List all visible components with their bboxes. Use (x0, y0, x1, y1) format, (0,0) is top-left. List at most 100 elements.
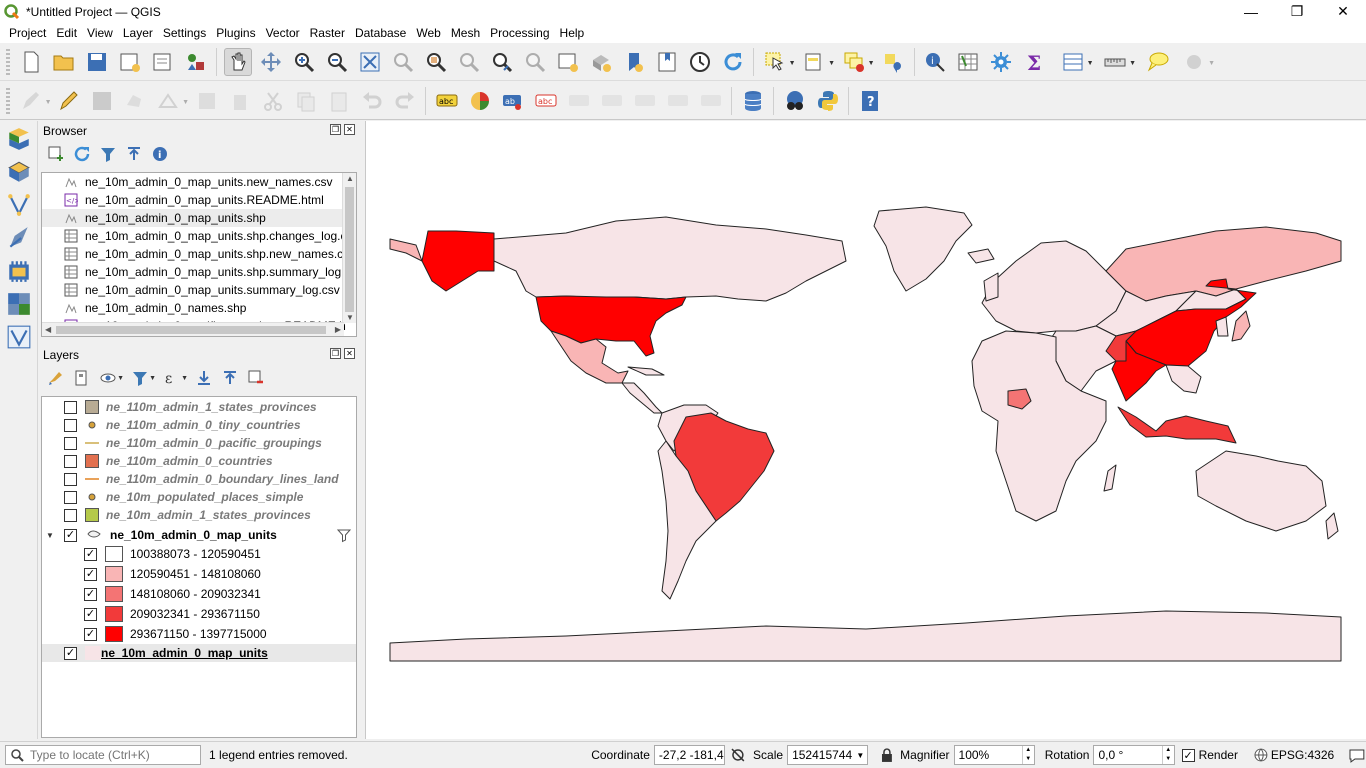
manage-map-themes-icon[interactable]: ▼ (97, 367, 124, 389)
browser-vertical-scrollbar[interactable]: ▲ ▼ (342, 173, 356, 323)
add-group-icon[interactable] (71, 367, 93, 389)
new-print-layout-icon[interactable] (116, 48, 144, 76)
add-raster-layer-icon[interactable] (4, 289, 34, 319)
toggle-extents-icon[interactable] (729, 746, 747, 764)
new-3d-map-view-icon[interactable] (587, 48, 615, 76)
select-by-location-icon[interactable] (879, 48, 907, 76)
locator-bar[interactable] (5, 745, 202, 765)
menu-mesh[interactable]: Mesh (446, 26, 485, 40)
toggle-editing-icon[interactable] (55, 87, 83, 115)
identify-features-icon[interactable]: i (921, 48, 949, 76)
browser-file-item[interactable]: ne_10m_admin_0_map_units.summary_log.csv (42, 281, 356, 299)
class-visibility-checkbox[interactable]: ✓ (84, 627, 97, 641)
zoom-last-icon[interactable] (488, 48, 516, 76)
new-bookmark-icon[interactable] (620, 48, 648, 76)
layer-row-graduated[interactable]: ▼ ✓ ne_10m_admin_0_map_units (42, 526, 356, 544)
menu-plugins[interactable]: Plugins (211, 26, 260, 40)
help-contents-icon[interactable]: ? (856, 87, 884, 115)
redo-icon[interactable] (391, 87, 419, 115)
float-panel-icon[interactable]: ❐ (330, 348, 341, 359)
add-vector-tile-icon[interactable] (4, 322, 34, 352)
float-panel-icon[interactable]: ❐ (330, 124, 341, 135)
expand-all-icon[interactable] (193, 367, 215, 389)
db-manager-icon[interactable] (739, 87, 767, 115)
modify-attributes-icon[interactable] (193, 87, 221, 115)
paste-features-icon[interactable] (325, 87, 353, 115)
layer-visibility-checkbox[interactable] (64, 508, 77, 522)
show-hide-labels-icon[interactable] (598, 87, 626, 115)
rotation-field[interactable]: 0,0 ° ▲ ▼ (1093, 745, 1175, 765)
scroll-right-icon[interactable]: ▶ (335, 325, 341, 334)
browser-file-item[interactable]: ne_10m_admin_0_map_units.shp.summary_log… (42, 263, 356, 281)
add-selected-layers-icon[interactable] (45, 143, 67, 165)
browser-file-item[interactable]: ne_10m_admin_0_map_units.shp.new_names.c… (42, 245, 356, 263)
layer-visibility-checkbox[interactable] (64, 472, 77, 486)
scale-dropdown-icon[interactable]: ▼ (853, 751, 867, 760)
class-visibility-checkbox[interactable]: ✓ (84, 607, 97, 621)
remove-layer-icon[interactable] (245, 367, 267, 389)
new-shapefile-layer-icon[interactable] (4, 223, 34, 253)
vertex-tool-icon[interactable]: ▼ (154, 87, 189, 115)
layer-row[interactable]: ne_110m_admin_1_states_provinces (42, 398, 356, 416)
zoom-full-icon[interactable] (356, 48, 384, 76)
scroll-thumb-horizontal[interactable] (56, 326, 326, 334)
map-tips-icon[interactable] (1144, 48, 1172, 76)
spin-down-icon[interactable]: ▼ (1023, 755, 1034, 764)
open-project-icon[interactable] (50, 48, 78, 76)
layer-row[interactable]: ne_10m_admin_1_states_provinces (42, 506, 356, 524)
new-geopackage-layer-icon[interactable] (4, 256, 34, 286)
attribute-table-icon[interactable] (954, 48, 982, 76)
class-visibility-checkbox[interactable]: ✓ (84, 547, 97, 561)
layer-visibility-checkbox[interactable]: ✓ (64, 646, 77, 660)
zoom-out-icon[interactable] (323, 48, 351, 76)
collapse-all-icon[interactable] (123, 143, 145, 165)
select-features-icon[interactable]: ▼ (761, 48, 796, 76)
map-canvas[interactable] (365, 121, 1366, 739)
temporal-controller-icon[interactable] (686, 48, 714, 76)
locator-input[interactable] (28, 747, 198, 763)
scroll-thumb[interactable] (345, 187, 354, 312)
world-map[interactable] (366, 121, 1366, 739)
menu-view[interactable]: View (82, 26, 118, 40)
magnifier-field[interactable]: 100% ▲ ▼ (953, 745, 1035, 765)
select-by-value-icon[interactable]: ▼ (800, 48, 835, 76)
menu-help[interactable]: Help (555, 26, 590, 40)
diagram-options-icon[interactable] (466, 87, 494, 115)
messages-icon[interactable] (1348, 747, 1366, 763)
highlight-labels-icon[interactable]: abc (532, 87, 560, 115)
spin-up-icon[interactable]: ▲ (1163, 746, 1174, 755)
cut-features-icon[interactable] (259, 87, 287, 115)
legend-class-row[interactable]: ✓ 209032341 - 293671150 (42, 604, 356, 624)
browser-horizontal-scrollbar[interactable]: ◀ ▶ (42, 322, 344, 336)
add-vector-layer-icon[interactable] (4, 157, 34, 187)
scroll-left-icon[interactable]: ◀ (45, 325, 51, 334)
label-layer-icon[interactable]: abc (433, 87, 461, 115)
legend-class-row[interactable]: ✓ 100388073 - 120590451 (42, 544, 356, 564)
class-visibility-checkbox[interactable]: ✓ (84, 587, 97, 601)
legend-class-row[interactable]: ✓ 293671150 - 1397715000 (42, 624, 356, 644)
toolbar-grip-2[interactable] (6, 87, 10, 114)
add-feature-icon[interactable] (121, 87, 149, 115)
browser-file-item[interactable]: </> ne_10m_admin_0_map_units.README.html (42, 191, 356, 209)
spin-up-icon[interactable]: ▲ (1023, 746, 1034, 755)
save-project-icon[interactable] (83, 48, 111, 76)
class-visibility-checkbox[interactable]: ✓ (84, 567, 97, 581)
measure-line-icon[interactable]: ▼ (1101, 48, 1136, 76)
deselect-features-icon[interactable]: ▼ (840, 48, 875, 76)
open-table-icon[interactable]: ▼ (1059, 48, 1094, 76)
zoom-to-layer-icon[interactable] (422, 48, 450, 76)
data-source-manager-icon[interactable] (4, 124, 34, 154)
properties-info-icon[interactable]: i (149, 143, 171, 165)
new-project-icon[interactable] (17, 48, 45, 76)
tracing-settings-icon[interactable]: ▼ (1180, 48, 1215, 76)
scroll-up-icon[interactable]: ▲ (346, 174, 354, 183)
open-layer-styling-icon[interactable] (45, 367, 67, 389)
change-label-icon[interactable] (664, 87, 692, 115)
lock-scale-icon[interactable] (880, 747, 894, 763)
scroll-down-icon[interactable]: ▼ (346, 313, 354, 322)
copy-features-icon[interactable] (292, 87, 320, 115)
legend-class-row[interactable]: ✓ 120590451 - 148108060 (42, 564, 356, 584)
filter-legend-icon[interactable]: ▼ (129, 367, 156, 389)
coordinate-field[interactable]: -27,2 -181,4 (653, 745, 726, 765)
pan-map-icon[interactable] (223, 47, 252, 76)
